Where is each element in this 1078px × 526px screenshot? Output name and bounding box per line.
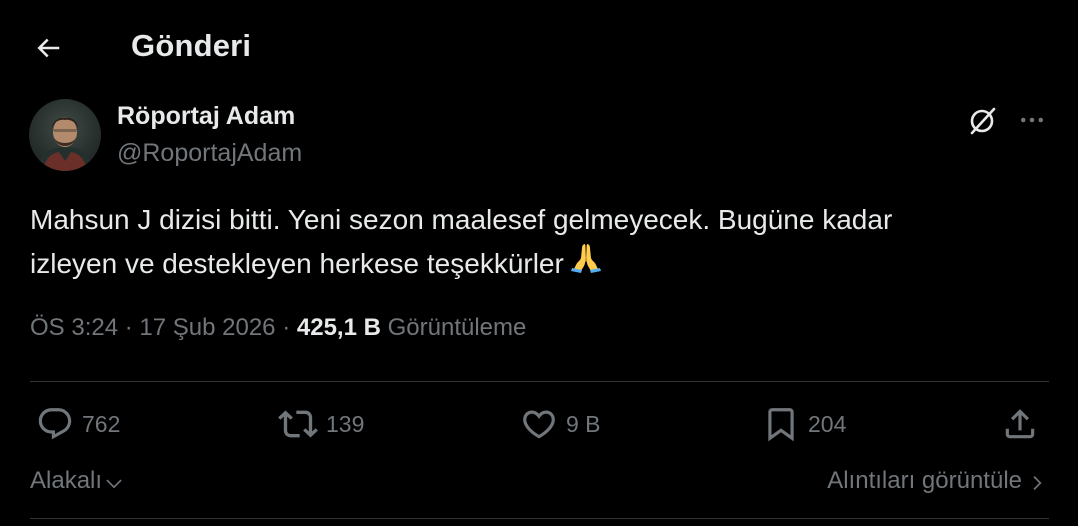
back-button[interactable] [26,26,70,70]
separator: · [282,314,291,341]
author-display-name[interactable]: Röportaj Adam [117,102,295,131]
view-quotes-link[interactable]: Alıntıları görüntüle [827,467,1046,495]
sort-label: Alakalı [30,467,103,494]
divider [30,381,1049,382]
more-horizontal-icon [1021,117,1043,123]
share-icon [1005,409,1035,439]
more-options-button[interactable] [1012,100,1052,140]
view-quotes-label: Alıntıları görüntüle [827,467,1022,494]
chevron-down-icon [106,479,122,489]
grok-icon [970,107,996,135]
tweet-text-line: Mahsun J dizisi bitti. Yeni sezon maales… [30,204,893,235]
repost-button[interactable]: 139 [278,402,364,446]
repost-icon [278,410,318,438]
page-title: Gönderi [131,28,252,63]
heart-icon [523,410,555,439]
bookmark-count: 204 [808,410,847,437]
tweet-text-line: izleyen ve destekleyen herkese teşekkürl… [30,242,1040,287]
bookmark-icon [768,408,794,442]
folded-hands-emoji [568,238,604,287]
like-count: 9 B [566,410,601,437]
tweet-time[interactable]: ÖS 3:24 [30,314,118,341]
share-button[interactable] [1001,402,1039,446]
tweet-date[interactable]: 17 Şub 2026 [139,314,275,341]
separator: · [124,314,133,341]
reply-icon [38,408,72,440]
divider [30,518,1049,519]
arrow-left-icon [37,38,60,58]
bookmark-button[interactable]: 204 [762,402,846,446]
avatar[interactable] [29,99,101,171]
author-handle[interactable]: @RoportajAdam [117,139,302,168]
grok-button[interactable] [963,100,1003,140]
sort-dropdown[interactable]: Alakalı [30,467,124,495]
tweet-text: Mahsun J dizisi bitti. Yeni sezon maales… [30,198,1040,287]
views-label: Görüntüleme [387,314,527,341]
reply-button[interactable]: 762 [36,402,120,446]
tweet-meta: ÖS 3:24 · 17 Şub 2026 · 425,1 B Görüntül… [30,314,526,342]
reply-count: 762 [82,410,121,437]
page-header: Gönderi [0,0,1078,96]
tweet-text-line-content: izleyen ve destekleyen herkese teşekkürl… [30,248,564,279]
chevron-right-icon [1033,475,1042,490]
like-button[interactable]: 9 B [520,402,601,446]
repost-count: 139 [326,410,365,437]
views-count: 425,1 B [296,314,381,341]
